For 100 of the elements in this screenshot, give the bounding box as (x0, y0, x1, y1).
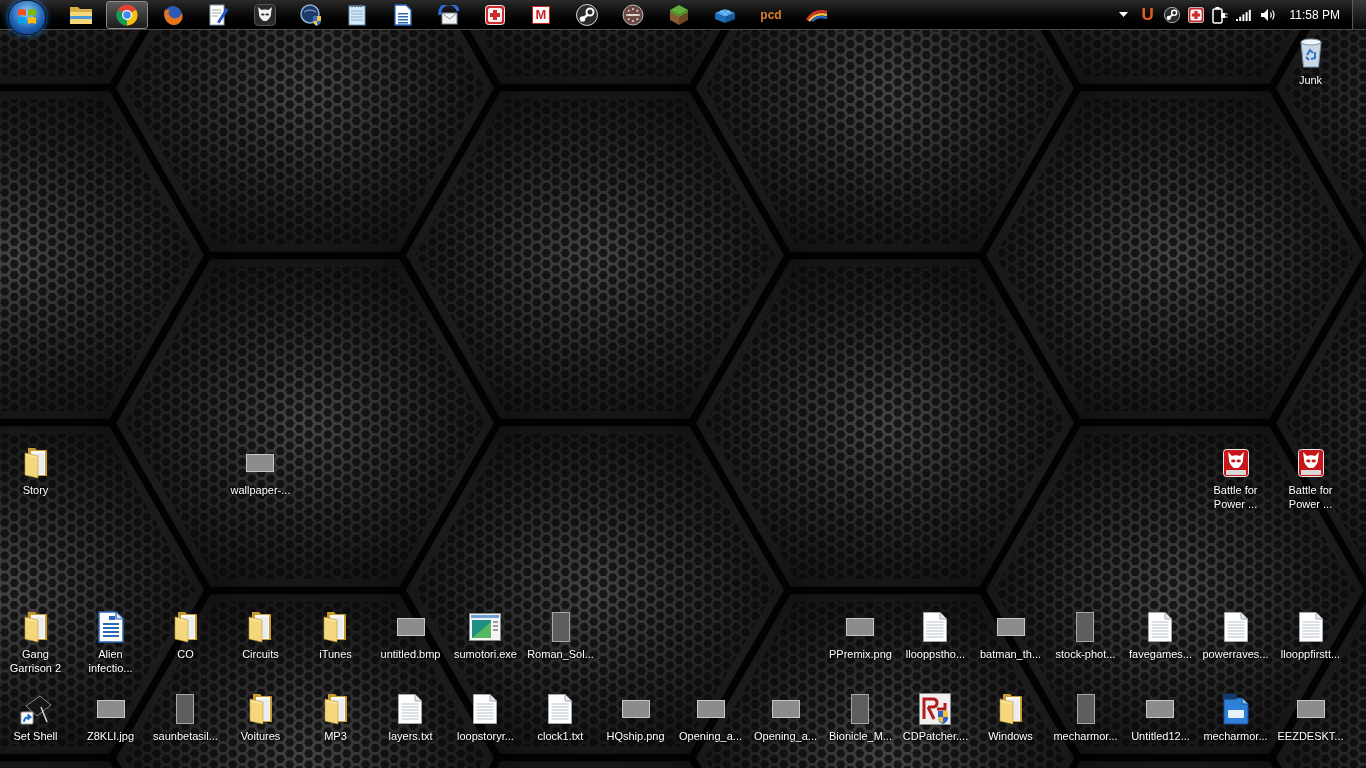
desktop-item[interactable]: Battle for Power ... (1201, 447, 1270, 522)
desktop-item[interactable]: untitled.bmp (380, 611, 441, 686)
folder-icon (323, 611, 348, 643)
photo-placeholder (1296, 700, 1325, 718)
recycle-bin-icon (1298, 38, 1323, 68)
piston-icon (576, 3, 598, 26)
desktop-item[interactable]: EEZDESKT... (1277, 693, 1344, 768)
shortcut-icon (19, 693, 52, 725)
shield-globe-icon (300, 3, 322, 26)
desktop-item[interactable]: Voitures (240, 693, 281, 768)
desktop-item[interactable]: MP3 (319, 693, 352, 768)
clock[interactable]: 11:58 PM (1289, 8, 1340, 21)
desktop-item[interactable]: Opening_a... (754, 693, 817, 768)
photo-placeholder (771, 700, 800, 718)
text-file-icon (1298, 612, 1323, 642)
cross-icon[interactable] (1187, 6, 1204, 23)
taskbar-button[interactable]: pcd (750, 0, 792, 29)
desktop-item[interactable]: Battle for Power ... (1276, 447, 1345, 522)
photo-placeholder (851, 694, 870, 724)
desktop-item[interactable]: Windows (988, 693, 1033, 768)
document-icon (97, 611, 124, 643)
folder-icon (323, 693, 348, 725)
photo-placeholder (696, 700, 725, 718)
folder-icon (23, 611, 48, 643)
image-file-icon (1221, 693, 1250, 725)
cross-icon (485, 4, 505, 25)
desktop-item[interactable]: Alien infectio... (76, 611, 145, 686)
desktop-item[interactable]: Bionicle_M... (829, 693, 892, 768)
photo-placeholder (1076, 612, 1095, 642)
alien-icon (254, 3, 276, 26)
envelope-icon (438, 4, 460, 25)
taskbar-button[interactable]: M (520, 0, 562, 29)
folder-icon (248, 693, 273, 725)
desktop-item[interactable]: mecharmor... (1203, 693, 1268, 768)
desktop-item[interactable]: mecharmor... (1053, 693, 1118, 768)
swoosh-icon (806, 7, 828, 22)
text-file-icon (1148, 612, 1173, 642)
audio-file-icon (1297, 449, 1324, 477)
photo-placeholder (96, 700, 125, 718)
text-file-icon (398, 694, 423, 724)
desktop-item[interactable]: llooppfirstt... (1280, 611, 1341, 686)
globe-icon (162, 3, 184, 26)
photo-placeholder (396, 618, 425, 636)
desktop-item[interactable]: Junk (1294, 37, 1327, 112)
ring-icon (116, 3, 138, 26)
text-file-icon (1223, 612, 1248, 642)
flag-icon (17, 8, 37, 26)
desktop-item[interactable]: Opening_a... (679, 693, 742, 768)
desktop-item[interactable]: favegames... (1129, 611, 1192, 686)
photo-placeholder (996, 618, 1025, 636)
folder-icon (998, 693, 1023, 725)
power-plug-icon[interactable] (1211, 5, 1228, 24)
desktop-item[interactable]: powerraves... (1202, 611, 1269, 686)
audio-file-icon (1222, 449, 1249, 477)
desktop-item[interactable]: saunbetasil... (153, 693, 218, 768)
folder-icon (69, 4, 93, 25)
grass-block-icon (669, 3, 689, 26)
desktop-item[interactable]: batman_th... (979, 611, 1042, 686)
text-file-icon (548, 694, 573, 724)
notepad-icon (348, 3, 366, 26)
desktop-item[interactable]: loopstoryr... (457, 693, 514, 768)
program-window-icon (469, 613, 502, 641)
desktop-item[interactable]: HQship.png (606, 693, 665, 768)
desktop-item[interactable]: sumotori.exe (454, 611, 517, 686)
photo-placeholder (1146, 700, 1175, 718)
disc-icon (622, 3, 644, 26)
desktop-item[interactable]: CO (169, 611, 202, 686)
photo-placeholder (176, 694, 195, 724)
desktop-item[interactable]: layers.txt (388, 693, 433, 768)
desktop-item[interactable]: Z8KLI.jpg (86, 693, 135, 768)
photo-placeholder (846, 618, 875, 636)
text-file-icon (473, 694, 498, 724)
desktop-item[interactable]: CDPatcher.... (902, 693, 969, 768)
desktop-item[interactable]: PPremix.png (829, 611, 892, 686)
folder-icon (173, 611, 198, 643)
document-pen-icon (209, 3, 229, 26)
desktop-item[interactable]: wallpaper-... (230, 447, 291, 522)
photo-placeholder (246, 454, 275, 472)
start-button[interactable] (8, 0, 46, 35)
taskbar-button[interactable] (106, 0, 148, 29)
text-file-icon (923, 612, 948, 642)
desktop-item[interactable]: Untitled12... (1131, 693, 1190, 768)
desktop-item[interactable]: stock-phot... (1055, 611, 1116, 686)
tray-logo[interactable]: U (1141, 6, 1154, 23)
desktop-item[interactable]: Gang Garrison 2 (1, 611, 70, 686)
desktop-item[interactable]: llooppstho... (905, 611, 966, 686)
desktop-item[interactable]: clock1.txt (537, 693, 584, 768)
signal-bars-icon[interactable] (1235, 8, 1252, 21)
piston-icon[interactable] (1163, 6, 1180, 23)
folder-icon (248, 611, 273, 643)
desktop-item[interactable]: Roman_Sol... (527, 611, 594, 686)
desktop-item[interactable]: Set Shell (13, 693, 58, 768)
caret-icon (1119, 12, 1128, 17)
desktop-item[interactable]: Circuits (242, 611, 279, 686)
document-icon (394, 3, 412, 26)
desktop-item[interactable]: Story (19, 447, 52, 522)
folder-icon (23, 447, 48, 479)
desktop-item[interactable]: iTunes (319, 611, 352, 686)
show-desktop-button[interactable] (1352, 0, 1366, 29)
speaker-icon[interactable] (1259, 7, 1276, 22)
